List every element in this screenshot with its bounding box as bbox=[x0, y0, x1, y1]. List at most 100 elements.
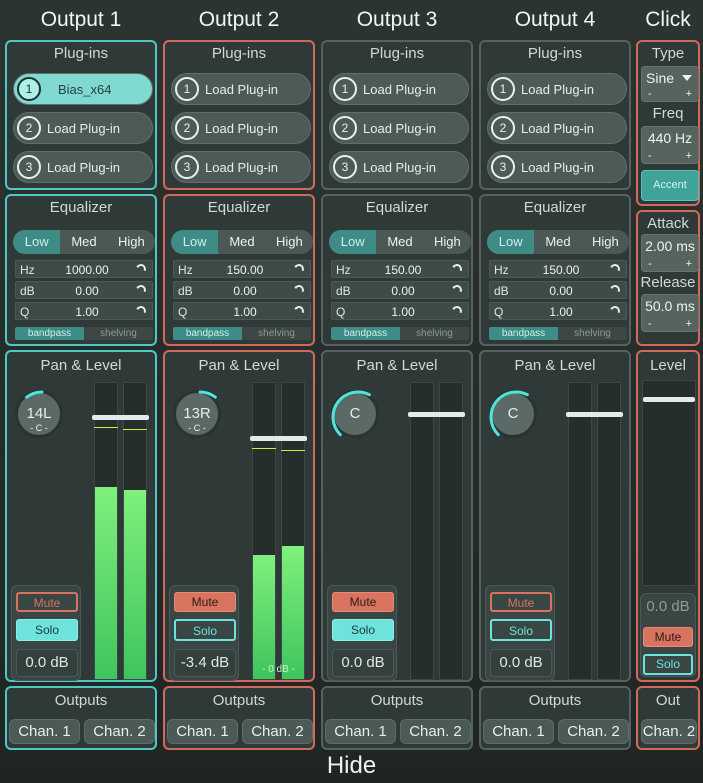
shelving-option[interactable]: shelving bbox=[242, 327, 311, 340]
plugin-slot-1[interactable]: 1 Bias_x64 bbox=[13, 73, 153, 105]
plugin-slot-3[interactable]: 3 Load Plug-in bbox=[13, 151, 153, 183]
click-mute-button[interactable]: Mute bbox=[643, 627, 693, 647]
pan-knob[interactable]: 14L - C - bbox=[15, 390, 63, 438]
attack-increment[interactable]: + bbox=[686, 258, 692, 270]
mute-button[interactable]: Mute bbox=[174, 592, 236, 612]
mute-button[interactable]: Mute bbox=[16, 592, 78, 612]
tab-low[interactable]: Low bbox=[487, 230, 535, 254]
shelving-option[interactable]: shelving bbox=[558, 327, 627, 340]
attack-stepper[interactable]: 2.00 ms - + bbox=[641, 234, 699, 272]
hide-button[interactable]: Hide bbox=[0, 752, 703, 780]
mute-button[interactable]: Mute bbox=[490, 592, 552, 612]
eq-q-field[interactable]: Q 1.00 bbox=[15, 302, 153, 320]
eq-q-field[interactable]: Q 1.00 bbox=[331, 302, 469, 320]
plugin-slot-2[interactable]: 2 Load Plug-in bbox=[487, 112, 627, 144]
eq-db-field[interactable]: dB 0.00 bbox=[331, 281, 469, 299]
knob-icon[interactable] bbox=[134, 262, 148, 276]
plugin-slot-3[interactable]: 3 Load Plug-in bbox=[171, 151, 311, 183]
tab-low[interactable]: Low bbox=[171, 230, 219, 254]
eq-q-field[interactable]: Q 1.00 bbox=[489, 302, 627, 320]
attack-decrement[interactable]: - bbox=[648, 258, 652, 270]
pan-knob[interactable]: 13R - C - bbox=[173, 390, 221, 438]
level-fader[interactable] bbox=[408, 411, 465, 417]
tab-med[interactable]: Med bbox=[534, 230, 581, 254]
eq-hz-field[interactable]: Hz 1000.00 bbox=[15, 260, 153, 278]
plugin-slot-3[interactable]: 3 Load Plug-in bbox=[329, 151, 469, 183]
level-fader[interactable] bbox=[92, 414, 149, 420]
solo-button[interactable]: Solo bbox=[490, 619, 552, 641]
type-increment[interactable]: + bbox=[686, 88, 692, 100]
plugin-slot-2[interactable]: 2 Load Plug-in bbox=[329, 112, 469, 144]
tab-med[interactable]: Med bbox=[60, 230, 107, 254]
knob-icon[interactable] bbox=[608, 283, 622, 297]
level-readout[interactable]: -3.4 dB bbox=[174, 649, 236, 677]
click-level-track[interactable] bbox=[642, 380, 696, 586]
solo-button[interactable]: Solo bbox=[332, 619, 394, 641]
knob-icon[interactable] bbox=[608, 262, 622, 276]
level-fader[interactable] bbox=[250, 435, 307, 441]
tab-high[interactable]: High bbox=[108, 230, 155, 254]
knob-icon[interactable] bbox=[292, 283, 306, 297]
bandpass-option[interactable]: bandpass bbox=[173, 327, 242, 340]
eq-hz-field[interactable]: Hz 150.00 bbox=[489, 260, 627, 278]
release-decrement[interactable]: - bbox=[648, 318, 652, 330]
knob-icon[interactable] bbox=[292, 262, 306, 276]
channel-1-button[interactable]: Chan. 1 bbox=[167, 719, 238, 744]
knob-icon[interactable] bbox=[450, 283, 464, 297]
tab-high[interactable]: High bbox=[582, 230, 629, 254]
tab-low[interactable]: Low bbox=[329, 230, 377, 254]
type-decrement[interactable]: - bbox=[648, 88, 652, 100]
bandpass-option[interactable]: bandpass bbox=[331, 327, 400, 340]
channel-2-button[interactable]: Chan. 2 bbox=[400, 719, 471, 744]
type-select[interactable]: Sine - + bbox=[641, 66, 699, 102]
plugin-slot-2[interactable]: 2 Load Plug-in bbox=[171, 112, 311, 144]
click-out-channel-button[interactable]: Chan. 2 bbox=[641, 719, 697, 744]
level-readout[interactable]: 0.0 dB bbox=[332, 649, 394, 677]
pan-knob[interactable]: C bbox=[331, 390, 379, 438]
channel-2-button[interactable]: Chan. 2 bbox=[558, 719, 629, 744]
channel-1-button[interactable]: Chan. 1 bbox=[325, 719, 396, 744]
tab-med[interactable]: Med bbox=[218, 230, 265, 254]
bandpass-option[interactable]: bandpass bbox=[489, 327, 558, 340]
mute-button[interactable]: Mute bbox=[332, 592, 394, 612]
plugin-slot-1[interactable]: 1 Load Plug-in bbox=[329, 73, 469, 105]
freq-increment[interactable]: + bbox=[686, 150, 692, 162]
shelving-option[interactable]: shelving bbox=[84, 327, 153, 340]
plugin-slot-2[interactable]: 2 Load Plug-in bbox=[13, 112, 153, 144]
knob-icon[interactable] bbox=[450, 262, 464, 276]
eq-db-field[interactable]: dB 0.00 bbox=[15, 281, 153, 299]
solo-button[interactable]: Solo bbox=[16, 619, 78, 641]
knob-icon[interactable] bbox=[134, 304, 148, 318]
eq-hz-field[interactable]: Hz 150.00 bbox=[173, 260, 311, 278]
channel-1-button[interactable]: Chan. 1 bbox=[9, 719, 80, 744]
tab-med[interactable]: Med bbox=[376, 230, 423, 254]
solo-button[interactable]: Solo bbox=[174, 619, 236, 641]
knob-icon[interactable] bbox=[608, 304, 622, 318]
accent-button[interactable]: Accent bbox=[641, 170, 699, 201]
shelving-option[interactable]: shelving bbox=[400, 327, 469, 340]
knob-icon[interactable] bbox=[450, 304, 464, 318]
eq-q-field[interactable]: Q 1.00 bbox=[173, 302, 311, 320]
eq-db-field[interactable]: dB 0.00 bbox=[173, 281, 311, 299]
channel-2-button[interactable]: Chan. 2 bbox=[242, 719, 313, 744]
plugin-slot-1[interactable]: 1 Load Plug-in bbox=[487, 73, 627, 105]
tab-high[interactable]: High bbox=[424, 230, 471, 254]
level-readout[interactable]: 0.0 dB bbox=[490, 649, 552, 677]
release-increment[interactable]: + bbox=[686, 318, 692, 330]
channel-2-button[interactable]: Chan. 2 bbox=[84, 719, 155, 744]
tab-low[interactable]: Low bbox=[13, 230, 61, 254]
knob-icon[interactable] bbox=[134, 283, 148, 297]
tab-high[interactable]: High bbox=[266, 230, 313, 254]
knob-icon[interactable] bbox=[292, 304, 306, 318]
freq-decrement[interactable]: - bbox=[648, 150, 652, 162]
click-level-fader[interactable] bbox=[643, 397, 695, 403]
bandpass-option[interactable]: bandpass bbox=[15, 327, 84, 340]
click-solo-button[interactable]: Solo bbox=[643, 654, 693, 675]
eq-hz-field[interactable]: Hz 150.00 bbox=[331, 260, 469, 278]
plugin-slot-1[interactable]: 1 Load Plug-in bbox=[171, 73, 311, 105]
freq-stepper[interactable]: 440 Hz - + bbox=[641, 126, 699, 164]
level-fader[interactable] bbox=[566, 411, 623, 417]
pan-knob[interactable]: C bbox=[489, 390, 537, 438]
release-stepper[interactable]: 50.0 ms - + bbox=[641, 294, 699, 332]
channel-1-button[interactable]: Chan. 1 bbox=[483, 719, 554, 744]
